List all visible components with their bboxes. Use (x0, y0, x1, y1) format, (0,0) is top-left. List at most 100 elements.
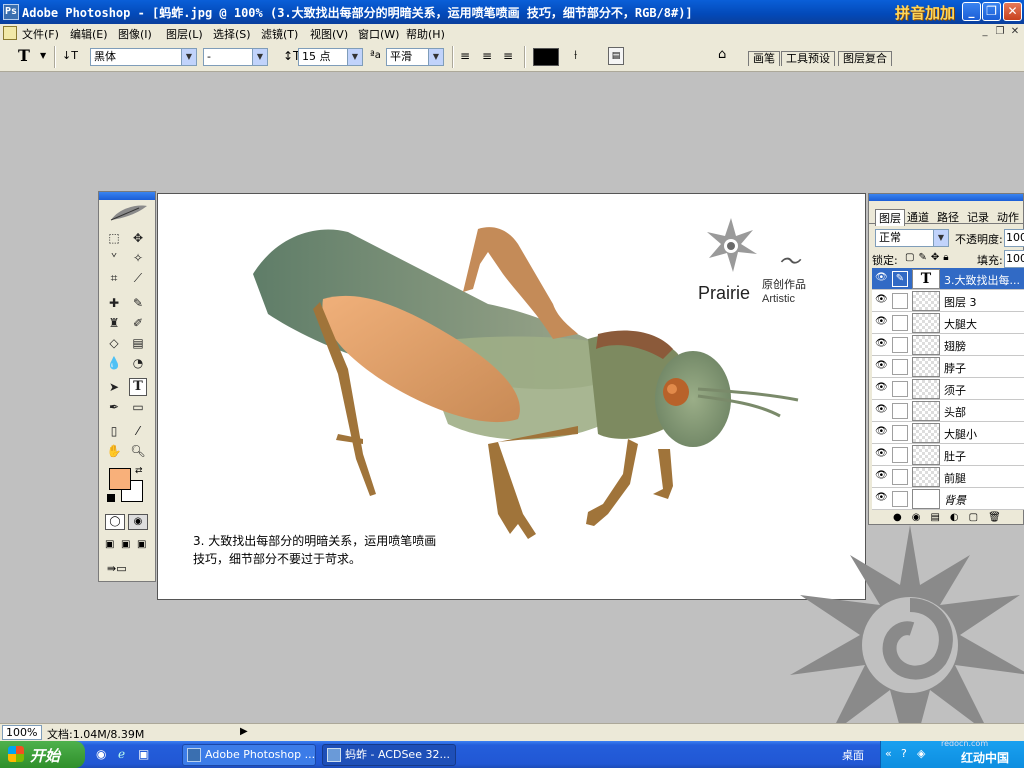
blend-mode-select[interactable]: 正常 ▼ (875, 229, 949, 247)
lasso-tool-icon[interactable]: ᘁ (105, 249, 123, 267)
eye-icon[interactable]: 👁︎ (875, 405, 888, 415)
slice-tool-icon[interactable]: ⟋ (129, 269, 147, 287)
link-icon[interactable] (892, 315, 908, 331)
foreground-color-swatch[interactable] (109, 468, 131, 490)
palettes-icon[interactable]: ▤ (608, 47, 624, 65)
align-right-icon[interactable]: ≡ (503, 49, 513, 63)
close-button[interactable]: ✕ (1003, 2, 1022, 21)
toolbox-header[interactable] (99, 192, 155, 200)
healing-brush-tool-icon[interactable]: ✚ (105, 294, 123, 312)
file-browser-icon[interactable]: ⌂ (718, 47, 738, 65)
opacity-input[interactable]: 100 (1004, 229, 1024, 247)
document-canvas[interactable]: 3. 大致找出每部分的明暗关系，运用喷笔喷画 技巧，细节部分不要过于苛求。 〜 … (157, 193, 866, 600)
tab-actions[interactable]: 动作 (997, 209, 1019, 225)
zoom-input[interactable]: 100% (2, 725, 42, 740)
menu-image[interactable]: 图像(I) (118, 26, 152, 42)
orientation-toggle-icon[interactable]: ↓T (62, 49, 78, 62)
menu-view[interactable]: 视图(V) (310, 26, 348, 42)
layer-actions-icons[interactable]: ●◉▤◐▢🗑︎ (893, 512, 1011, 523)
restore-button[interactable]: ❐ (982, 2, 1001, 21)
layer-row[interactable]: 👁︎ 大腿大 (872, 312, 1024, 334)
link-icon[interactable] (892, 293, 908, 309)
default-colors-icon[interactable] (107, 494, 115, 502)
eye-icon[interactable]: 👁︎ (875, 471, 888, 481)
brush-tool-icon[interactable]: ✎ (129, 294, 147, 312)
layer-row[interactable]: 👁︎ 须子 (872, 378, 1024, 400)
tab-brushes[interactable]: 画笔 (748, 51, 780, 66)
menu-filter[interactable]: 滤镜(T) (261, 26, 298, 42)
magic-wand-tool-icon[interactable]: ✧ (129, 249, 147, 267)
menu-layer[interactable]: 图层(L) (166, 26, 203, 42)
tray-ime-icon[interactable]: ◈ (917, 747, 925, 760)
link-icon[interactable] (892, 469, 908, 485)
move-tool-icon[interactable]: ✥ (129, 229, 147, 247)
tab-layers[interactable]: 图层 (875, 209, 905, 226)
jump-to-imageready-icon[interactable]: ⇛▭ (107, 562, 127, 575)
tray-help-icon[interactable]: ? (901, 747, 907, 760)
eye-icon[interactable]: 👁︎ (875, 295, 888, 305)
layer-row[interactable]: 👁︎ 翅膀 (872, 334, 1024, 356)
minimize-button[interactable]: _ (962, 2, 981, 21)
pen-tool-icon[interactable]: ✒ (105, 398, 123, 416)
text-color-swatch[interactable] (533, 48, 559, 66)
menu-window[interactable]: 窗口(W) (358, 26, 399, 42)
gradient-tool-icon[interactable]: ▤ (129, 334, 147, 352)
clone-stamp-tool-icon[interactable]: ♜ (105, 314, 123, 332)
doc-minimize-icon[interactable]: _ (978, 26, 992, 39)
brush-link-icon[interactable]: ✎ (892, 271, 908, 287)
font-size-select[interactable]: 15 点 ▼ (298, 48, 363, 66)
eye-icon[interactable]: 👁︎ (875, 427, 888, 437)
layer-row[interactable]: 👁︎ 脖子 (872, 356, 1024, 378)
task-acdsee[interactable]: 蚂蚱 - ACDSee 32... (322, 744, 456, 766)
link-icon[interactable] (892, 491, 908, 507)
standard-mode-icon[interactable]: ◯ (105, 514, 125, 530)
tab-tool-presets[interactable]: 工具预设 (781, 51, 835, 66)
doc-restore-icon[interactable]: ❐ (993, 26, 1007, 39)
status-menu-arrow-icon[interactable]: ▶ (240, 726, 248, 737)
link-icon[interactable] (892, 359, 908, 375)
history-brush-tool-icon[interactable]: ✐ (129, 314, 147, 332)
start-button[interactable]: 开始 (0, 741, 85, 768)
marquee-tool-icon[interactable]: ⬚ (105, 229, 123, 247)
quick-mask-icon[interactable]: ◉ (128, 514, 148, 530)
quicklaunch-media-icon[interactable]: ◉ (96, 747, 106, 761)
task-photoshop[interactable]: Adobe Photoshop ... (182, 744, 316, 766)
menu-file[interactable]: 文件(F) (22, 26, 59, 42)
document-icon[interactable] (3, 26, 17, 40)
antialias-select[interactable]: 平滑 ▼ (386, 48, 444, 66)
align-left-icon[interactable]: ≡ (460, 49, 470, 63)
eraser-tool-icon[interactable]: ◇ (105, 334, 123, 352)
desktop-toolbar-label[interactable]: 桌面 (842, 747, 864, 763)
rectangle-tool-icon[interactable]: ▭ (129, 398, 147, 416)
fill-input[interactable]: 100 (1004, 250, 1024, 268)
tray-expand-icon[interactable]: « (885, 747, 892, 760)
blur-tool-icon[interactable]: 💧 (105, 354, 123, 372)
eye-icon[interactable]: 👁︎ (875, 449, 888, 459)
quicklaunch-ie-icon[interactable]: ℯ (118, 747, 125, 761)
eye-icon[interactable]: 👁︎ (875, 383, 888, 393)
swap-colors-icon[interactable]: ⇄ (135, 466, 143, 476)
tab-layer-comps[interactable]: 图层复合 (838, 51, 892, 66)
tab-channels[interactable]: 通道 (907, 209, 929, 225)
dodge-tool-icon[interactable]: ◔ (129, 354, 147, 372)
link-icon[interactable] (892, 425, 908, 441)
eye-icon[interactable]: 👁︎ (875, 361, 888, 371)
quicklaunch-desktop-icon[interactable]: ▣ (138, 747, 149, 761)
layer-row[interactable]: 👁︎ 前腿 (872, 466, 1024, 488)
screen-mode-full-icon[interactable]: ▣ (137, 539, 146, 550)
lock-options-icons[interactable]: ▢✎✥🔒︎ (905, 252, 953, 263)
notes-tool-icon[interactable]: ▯ (105, 422, 123, 440)
layer-row[interactable]: 👁︎ 头部 (872, 400, 1024, 422)
type-tool-button-icon[interactable]: T (129, 378, 147, 396)
link-icon[interactable] (892, 337, 908, 353)
eyedropper-tool-icon[interactable]: ⁄ (129, 422, 147, 440)
layer-row[interactable]: 👁︎ 肚子 (872, 444, 1024, 466)
eye-icon[interactable]: 👁︎ (875, 273, 888, 283)
zoom-tool-icon[interactable]: 🔍︎ (129, 442, 147, 460)
layer-row[interactable]: 👁︎ ✎ T 3.大致找出每... (872, 268, 1024, 290)
tool-preset-arrow-icon[interactable]: ▼ (40, 51, 46, 60)
font-family-select[interactable]: 黑体 ▼ (90, 48, 197, 66)
screen-mode-standard-icon[interactable]: ▣ (105, 539, 114, 550)
eye-icon[interactable]: 👁︎ (875, 493, 888, 503)
tab-history[interactable]: 记录 (967, 209, 989, 225)
